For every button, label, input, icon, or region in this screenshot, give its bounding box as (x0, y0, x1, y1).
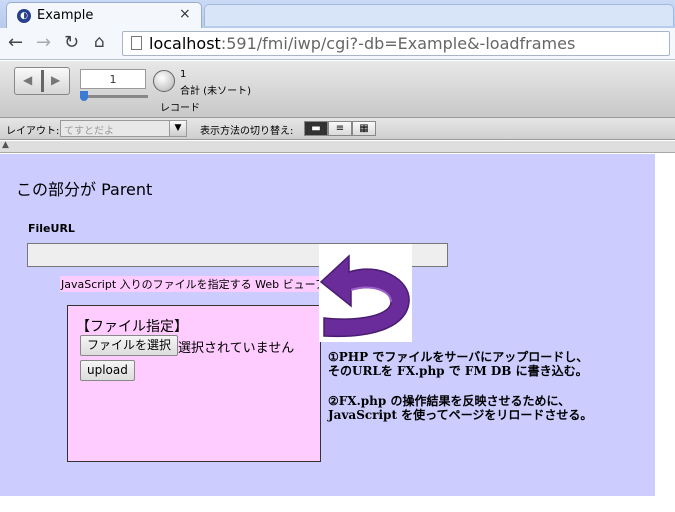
forward-arrow-icon[interactable]: → (36, 32, 51, 53)
fileurl-label: FileURL (28, 222, 75, 235)
note-reload: ②FX.php の操作結果を反映させるために、 JavaScript を使ってペ… (328, 394, 592, 422)
layout-bar: レイアウト: てすとだよ ▼ 表示方法の切り替え: ▬ ≡ ▦ (0, 118, 675, 140)
new-tab-area[interactable] (204, 4, 674, 26)
url-text: localhost:591/fmi/iwp/cgi?-db=Example&-l… (149, 34, 575, 53)
choose-file-button[interactable]: ファイルを選択 (80, 335, 179, 356)
records-label: レコード (160, 103, 200, 114)
tab-close-icon[interactable]: × (179, 6, 191, 22)
file-box-title: 【ファイル指定】 (76, 319, 188, 335)
layout-content: この部分が Parent FileURL JavaScript 入りのファイルを… (0, 154, 655, 496)
browser-tab[interactable]: ◐ Example × (6, 2, 202, 28)
record-slider-track[interactable] (80, 95, 148, 98)
upload-button[interactable]: upload (80, 360, 135, 381)
url-host: localhost (149, 34, 221, 53)
view-switch-label: 表示方法の切り替え: (200, 126, 294, 137)
record-number-input[interactable]: 1 (80, 69, 146, 89)
next-record-icon[interactable]: ▶ (51, 73, 60, 87)
note-reload-line1: ②FX.php の操作結果を反映させるために、 (328, 394, 571, 408)
record-slider-thumb[interactable] (80, 91, 88, 101)
collapse-up-icon[interactable]: ▲ (2, 140, 9, 150)
record-dial-icon (153, 70, 175, 92)
layout-label: レイアウト: (6, 126, 60, 137)
book-spine (41, 70, 44, 92)
no-file-text: 選択されていません (178, 341, 295, 356)
url-path: :591/fmi/iwp/cgi?-db=Example&-loadframes (220, 34, 576, 53)
list-view-icon[interactable]: ≡ (328, 121, 352, 136)
page-icon (131, 36, 142, 50)
parent-title: この部分が Parent (16, 180, 153, 199)
webviewer-label: JavaScript 入りのファイルを指定する Web ビューア (60, 276, 328, 292)
layout-select[interactable]: てすとだよ ▼ (60, 120, 187, 137)
tab-strip: ◐ Example × (0, 0, 675, 28)
note-upload-line1: ①PHP でファイルをサーバにアップロードし、 (328, 350, 589, 364)
home-icon[interactable]: ⌂ (94, 32, 105, 52)
record-book-icon[interactable]: ◀ ▶ (14, 67, 70, 95)
layout-select-value: てすとだよ (64, 126, 114, 137)
address-bar: ← → ↻ ⌂ localhost:591/fmi/iwp/cgi?-db=Ex… (0, 28, 675, 60)
filemaker-status-toolbar: ◀ ▶ 1 1 合計 (未ソート) レコード (0, 61, 675, 118)
record-total: 1 (180, 69, 187, 80)
filemaker-favicon-icon: ◐ (17, 9, 31, 23)
table-view-icon[interactable]: ▦ (352, 121, 376, 136)
curved-arrow-icon (319, 244, 412, 342)
note-upload: ①PHP でファイルをサーバにアップロードし、 そのURLを FX.php で … (328, 350, 588, 378)
file-upload-webviewer: 【ファイル指定】 ファイルを選択 選択されていません upload (67, 305, 321, 462)
toolbar-collapse-strip[interactable]: ▲ (0, 140, 675, 153)
record-sort-status: 合計 (未ソート) (180, 86, 251, 97)
form-view-icon[interactable]: ▬ (304, 121, 328, 136)
chevron-down-icon[interactable]: ▼ (169, 121, 186, 136)
tab-title: Example (37, 8, 94, 23)
previous-record-icon[interactable]: ◀ (23, 73, 32, 87)
url-input[interactable]: localhost:591/fmi/iwp/cgi?-db=Example&-l… (122, 31, 670, 56)
note-upload-line2: そのURLを FX.php で FM DB に書き込む。 (328, 364, 588, 378)
note-reload-line2: JavaScript を使ってページをリロードさせる。 (328, 408, 593, 422)
reload-icon[interactable]: ↻ (64, 32, 79, 53)
back-arrow-icon[interactable]: ← (8, 32, 23, 53)
